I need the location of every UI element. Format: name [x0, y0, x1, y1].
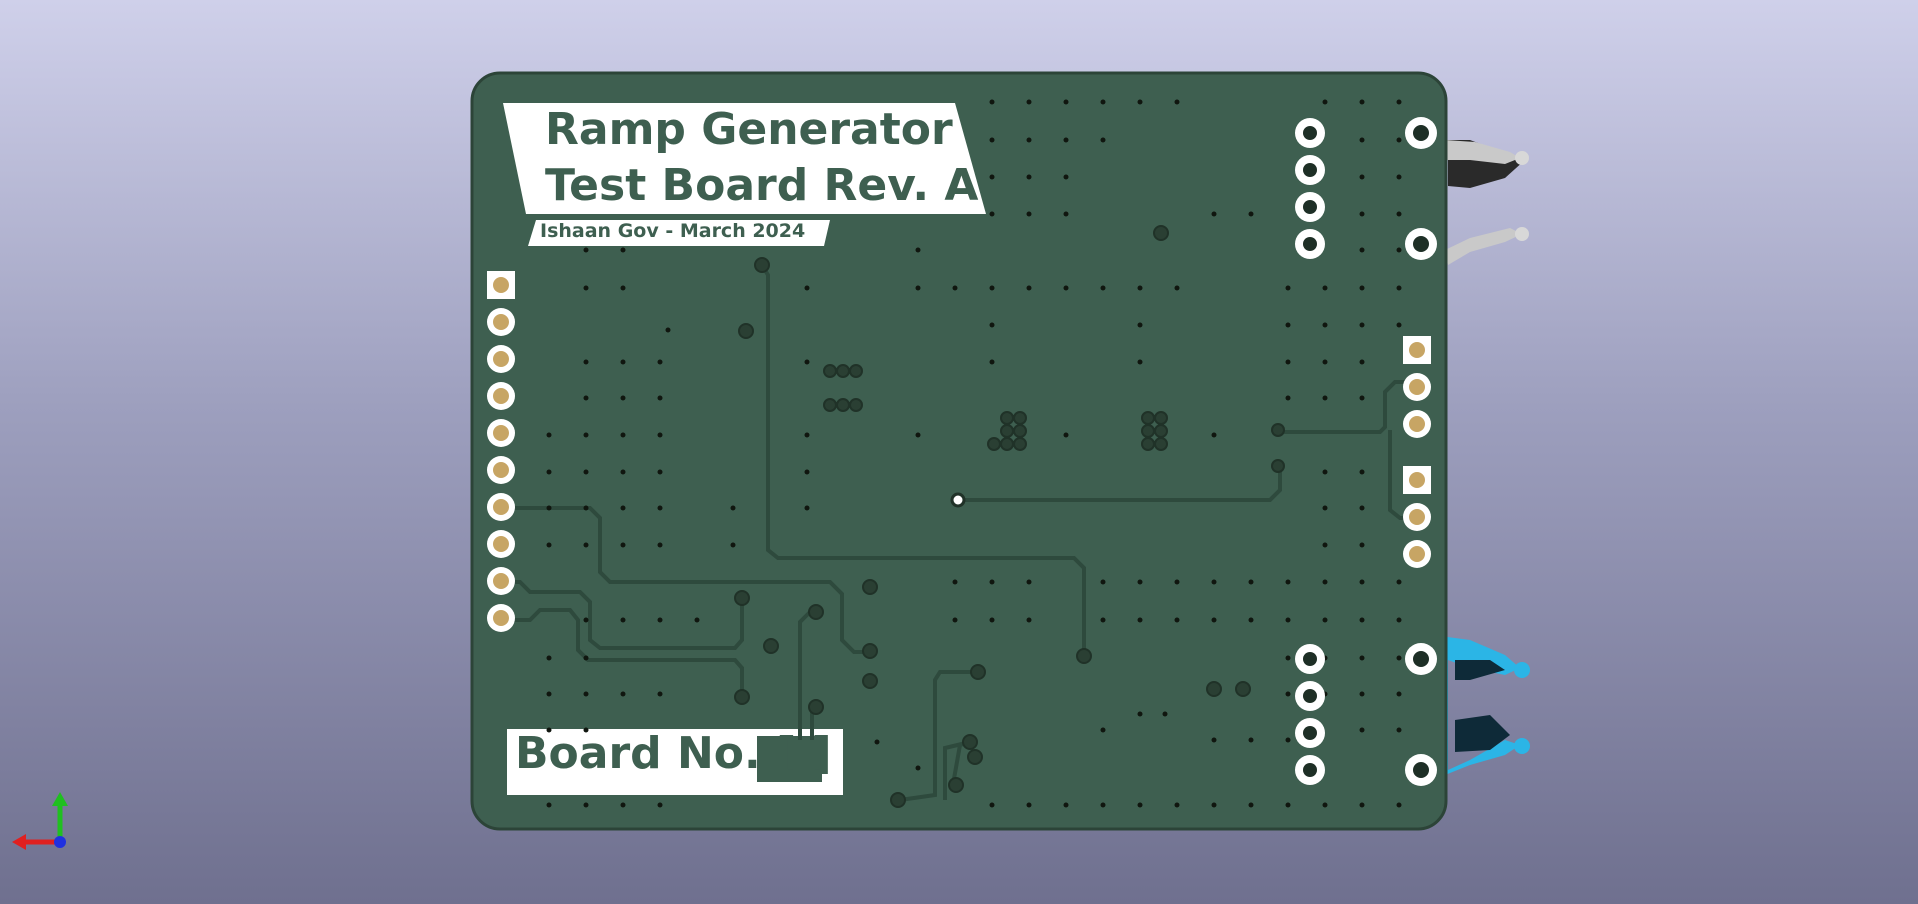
board-title-line2: Test Board Rev. A — [545, 160, 979, 211]
board-author-line: Ishaan Gov - March 2024 — [540, 220, 806, 242]
3d-viewer-canvas[interactable]: Ramp Generator Test Board Rev. A Ishaan … — [0, 0, 1918, 904]
axis-gizmo-icon[interactable] — [8, 790, 78, 860]
board-title-line1: Ramp Generator — [545, 104, 953, 155]
right-connectors — [1440, 140, 1530, 775]
pcb-render — [470, 71, 1530, 831]
board-number-label: Board No. [ ] — [515, 728, 832, 779]
